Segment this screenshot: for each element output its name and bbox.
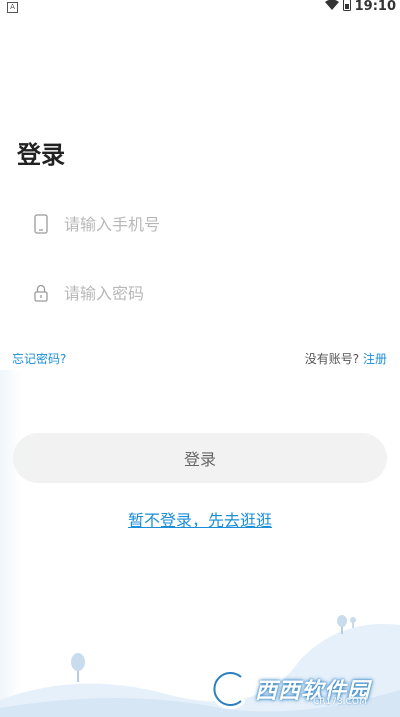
password-field (32, 277, 372, 309)
watermark-logo: 西西软件园 CR173.COM (207, 667, 392, 711)
status-right-group: 19:10 (324, 0, 396, 15)
phone-field (32, 208, 372, 240)
watermark-subtext: CR173.COM (313, 697, 367, 707)
login-button[interactable]: 登录 (13, 433, 387, 483)
lock-icon (32, 282, 50, 304)
watermark-c-icon (210, 669, 245, 709)
forgot-password-link[interactable]: 忘记密码? (12, 350, 66, 367)
battery-icon (342, 0, 351, 15)
register-row: 没有账号? 注册 (305, 350, 387, 367)
phone-icon (32, 213, 50, 235)
status-time: 19:10 (354, 0, 396, 14)
phone-input[interactable] (62, 213, 346, 235)
register-link[interactable]: 注册 (363, 352, 387, 366)
page-title: 登录 (17, 141, 65, 169)
skip-login-link[interactable]: 暂不登录，先去逛逛 (120, 508, 280, 534)
wifi-icon (324, 0, 339, 15)
app-notification-icon: A (7, 2, 18, 13)
status-bar: A 19:10 (0, 0, 400, 14)
no-account-label: 没有账号? (304, 352, 360, 366)
tree-icon (71, 653, 85, 682)
password-input[interactable] (62, 282, 346, 304)
